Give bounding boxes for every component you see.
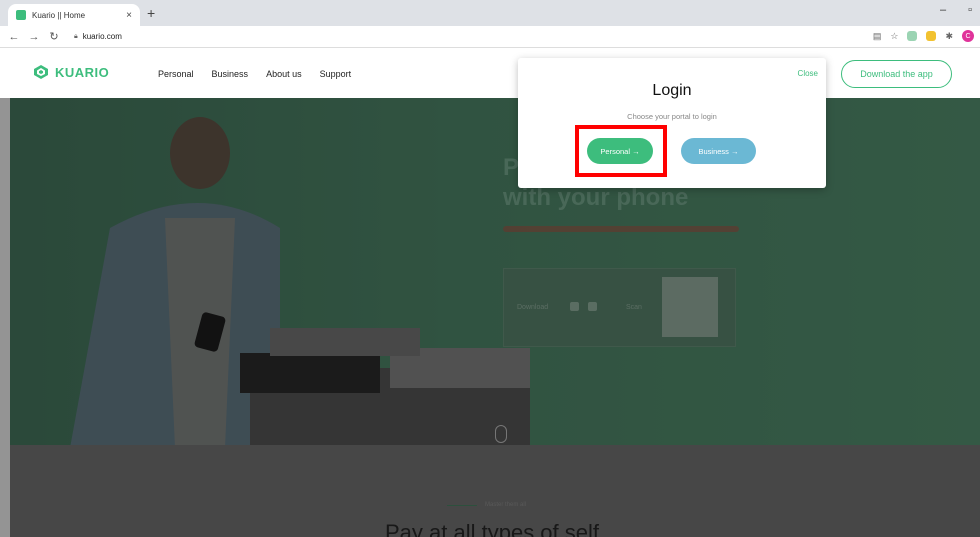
new-tab-button[interactable]: + (147, 5, 155, 21)
modal-backdrop[interactable] (0, 98, 980, 537)
back-icon[interactable]: ← (8, 31, 20, 43)
logo-cube-icon (34, 65, 48, 79)
reload-icon[interactable]: ↻ (48, 30, 60, 43)
nav-support[interactable]: Support (320, 69, 352, 79)
minimize-button[interactable]: – (940, 4, 946, 16)
brand-name: KUARIO (55, 64, 110, 80)
forward-icon[interactable]: → (28, 31, 40, 43)
download-app-button[interactable]: Download the app (841, 60, 952, 88)
extension-icon[interactable] (926, 31, 937, 41)
tab-close-icon[interactable]: × (126, 10, 132, 21)
bookmark-star-icon[interactable]: ☆ (890, 31, 898, 42)
lock-icon: 🔒︎ (74, 32, 78, 40)
highlight-box (575, 125, 667, 177)
restore-button[interactable]: ▫ (968, 4, 972, 16)
modal-subtitle: Choose your portal to login (627, 112, 717, 121)
address-bar: ← → ↻ 🔒︎ kuario.com ▤ ☆ ✱ C (0, 26, 980, 48)
window-controls: – ▫ (940, 4, 972, 16)
website: KUARIO Personal Business About us Suppor… (0, 48, 980, 537)
nav-business[interactable]: Business (212, 69, 249, 79)
url-field[interactable]: 🔒︎ kuario.com (74, 32, 122, 41)
modal-title: Login (652, 82, 692, 99)
site-logo[interactable]: KUARIO (33, 64, 109, 80)
browser-tab-bar: Kuario || Home × + – ▫ (0, 0, 980, 26)
nav-personal[interactable]: Personal (158, 69, 194, 79)
site-header: KUARIO Personal Business About us Suppor… (0, 48, 980, 98)
main-nav: Personal Business About us Support (158, 69, 351, 79)
translate-icon[interactable]: ▤ (873, 31, 882, 42)
favicon-icon (16, 10, 26, 20)
extension-icon[interactable] (907, 31, 918, 41)
business-login-button[interactable]: Business → (681, 138, 756, 164)
extensions-area: ▤ ☆ ✱ C (873, 30, 974, 42)
browser-tab[interactable]: Kuario || Home × (8, 4, 140, 26)
tab-title: Kuario || Home (32, 10, 86, 20)
modal-close-button[interactable]: Close (798, 69, 818, 78)
url-text: kuario.com (82, 32, 122, 41)
login-modal: Close Login Choose your portal to login … (518, 58, 826, 188)
puzzle-icon[interactable]: ✱ (945, 31, 953, 42)
nav-about-us[interactable]: About us (266, 69, 302, 79)
profile-avatar-icon[interactable]: C (962, 30, 974, 42)
